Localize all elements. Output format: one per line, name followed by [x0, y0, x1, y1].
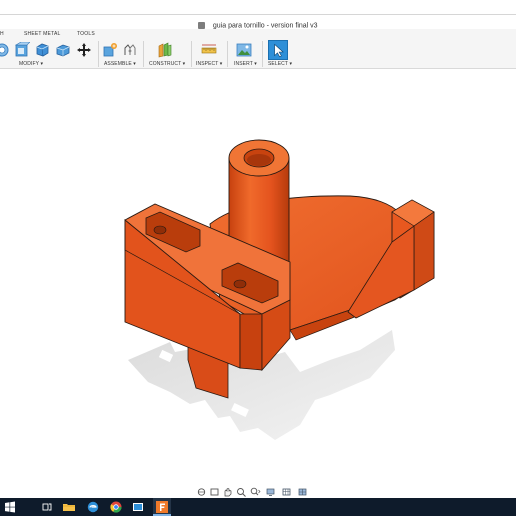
windows-start-icon[interactable] — [3, 500, 17, 514]
fusion-360-icon[interactable] — [155, 500, 169, 514]
orbit-icon[interactable] — [196, 487, 207, 497]
insert-image-icon[interactable] — [236, 42, 252, 58]
grid-settings-icon[interactable] — [282, 487, 293, 497]
store-app-icon[interactable] — [131, 500, 145, 514]
ribbon-separator — [262, 41, 263, 67]
shell-icon[interactable] — [34, 42, 50, 58]
move-icon[interactable] — [76, 42, 92, 58]
tab-tools[interactable]: TOOLS — [77, 31, 95, 37]
title-divider — [0, 14, 516, 15]
ribbon-separator — [98, 41, 99, 67]
select-menu[interactable]: SELECT ▾ — [268, 61, 292, 67]
viewports-icon[interactable] — [298, 487, 309, 497]
navigation-bar — [196, 487, 322, 498]
cursor-icon — [274, 43, 284, 58]
document-title-area: guia para tornillo - version final v3 — [0, 17, 516, 30]
combine-icon[interactable] — [55, 42, 71, 58]
fusion-window: guia para tornillo - version final v3 H … — [0, 0, 516, 516]
ribbon-separator — [191, 41, 192, 67]
assemble-menu[interactable]: ASSEMBLE ▾ — [104, 61, 136, 67]
construct-menu[interactable]: CONSTRUCT ▾ — [149, 61, 185, 67]
tab-home[interactable]: H — [0, 31, 4, 37]
modify-menu[interactable]: MODIFY ▾ — [19, 61, 43, 67]
joint-icon[interactable] — [122, 42, 138, 58]
title-bar — [0, 0, 516, 16]
pan-hand-icon[interactable] — [222, 487, 233, 497]
ribbon-separator — [227, 41, 228, 67]
display-settings-icon[interactable] — [266, 487, 277, 497]
tab-sheet-metal[interactable]: SHEET METAL — [24, 31, 60, 37]
offset-plane-icon[interactable] — [157, 42, 173, 58]
measure-icon[interactable] — [201, 42, 217, 58]
zoom-window-icon[interactable] — [236, 487, 247, 497]
zoom-fit-icon[interactable] — [250, 487, 261, 497]
windows-taskbar — [0, 498, 516, 516]
select-button[interactable] — [268, 40, 288, 60]
ribbon-toolbar: H SHEET METAL TOOLS MODIFY ▾ ASSEMBLE ▾ … — [0, 29, 516, 69]
fillet-icon[interactable] — [14, 42, 30, 58]
inspect-menu[interactable]: INSPECT ▾ — [196, 61, 222, 67]
ribbon-separator — [143, 41, 144, 67]
look-at-icon[interactable] — [209, 487, 220, 497]
edge-browser-icon[interactable] — [86, 500, 100, 514]
insert-menu[interactable]: INSERT ▾ — [234, 61, 257, 67]
model-render — [124, 139, 435, 440]
file-explorer-icon[interactable] — [62, 500, 76, 514]
chrome-browser-icon[interactable] — [109, 500, 123, 514]
press-pull-icon[interactable] — [0, 42, 10, 58]
task-view-icon[interactable] — [40, 500, 54, 514]
new-component-icon[interactable] — [102, 42, 118, 58]
canvas-viewport[interactable] — [0, 70, 516, 486]
